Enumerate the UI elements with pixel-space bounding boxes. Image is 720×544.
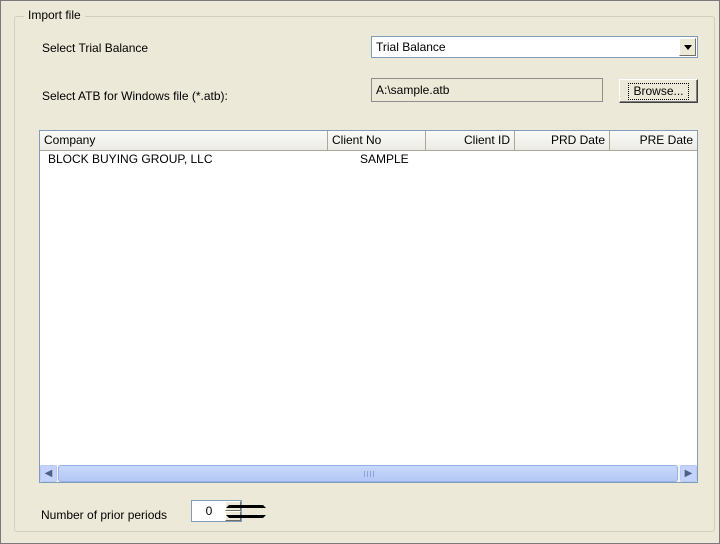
arrow-right-icon: ▶	[684, 468, 693, 479]
column-header-pre-date[interactable]: PRE Date	[610, 131, 697, 150]
company-list[interactable]: Company Client No Client ID PRD Date PRE…	[39, 130, 698, 483]
atb-file-path-field: A:\sample.atb	[371, 78, 603, 102]
import-dialog: Import file Select Trial Balance Trial B…	[0, 0, 720, 544]
scroll-right-button[interactable]: ▶	[680, 465, 697, 482]
horizontal-scrollbar[interactable]: ◀ ▶	[40, 465, 697, 482]
group-title: Import file	[24, 8, 85, 22]
arrow-left-icon: ◀	[44, 468, 53, 479]
column-header-client-id[interactable]: Client ID	[426, 131, 515, 150]
grip-icon	[364, 471, 374, 477]
trial-balance-label: Select Trial Balance	[42, 41, 149, 55]
dropdown-button[interactable]	[679, 38, 696, 56]
cell-client-no: SAMPLE	[360, 152, 409, 166]
spin-down-button[interactable]	[225, 511, 266, 521]
arrow-down-icon	[226, 515, 266, 518]
column-header-client-no[interactable]: Client No	[328, 131, 426, 150]
trial-balance-selected-value: Trial Balance	[376, 40, 446, 54]
prior-periods-stepper[interactable]: 0	[191, 500, 266, 522]
atb-file-path-value: A:\sample.atb	[376, 83, 450, 97]
prior-periods-label: Number of prior periods	[41, 508, 168, 522]
trial-balance-select[interactable]: Trial Balance	[371, 36, 698, 58]
spin-up-button[interactable]	[225, 501, 266, 511]
scrollbar-thumb[interactable]	[58, 465, 678, 482]
scroll-left-button[interactable]: ◀	[40, 465, 57, 482]
spin-buttons	[225, 501, 266, 521]
list-header: Company Client No Client ID PRD Date PRE…	[40, 131, 697, 151]
arrow-up-icon	[226, 505, 266, 508]
browse-button-label: Browse...	[628, 82, 689, 100]
column-header-company[interactable]: Company	[40, 131, 328, 150]
prior-periods-value: 0	[205, 504, 213, 518]
column-header-prd-date[interactable]: PRD Date	[515, 131, 610, 150]
atb-file-label: Select ATB for Windows file (*.atb):	[42, 89, 228, 103]
browse-button[interactable]: Browse...	[619, 79, 698, 103]
table-row[interactable]: BLOCK BUYING GROUP, LLC SAMPLE	[40, 151, 697, 167]
cell-company: BLOCK BUYING GROUP, LLC	[48, 152, 213, 166]
chevron-down-icon	[683, 44, 692, 50]
